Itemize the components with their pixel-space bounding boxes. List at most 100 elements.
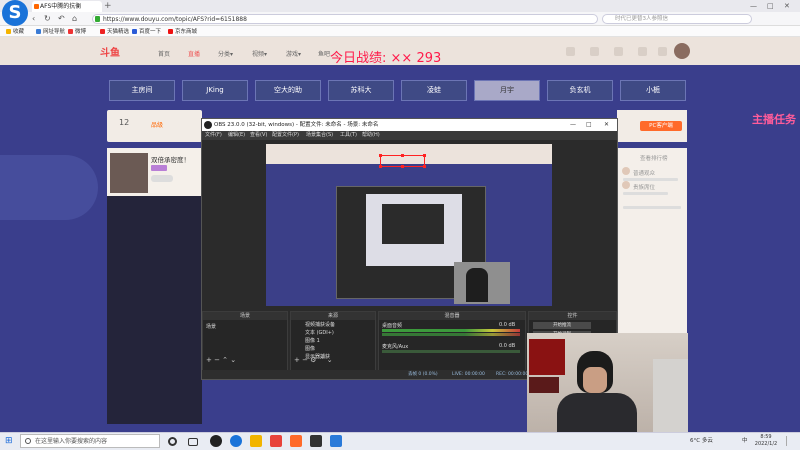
browser-tab[interactable]: AFS中腾的抗衡 <box>32 1 102 12</box>
decorative-bubble <box>0 155 98 220</box>
nav-live[interactable]: 直播 <box>188 49 200 58</box>
obs-menu-item[interactable]: 文件(F) <box>205 131 222 140</box>
obs-menu-item[interactable]: 编辑(E) <box>228 131 245 140</box>
weather-widget[interactable]: 6°C 多云 <box>690 436 713 444</box>
bookmark-item[interactable]: 收藏 <box>6 27 24 37</box>
nav-home[interactable]: 首页 <box>158 49 170 58</box>
system-clock[interactable]: 8:59 2022/1/2 <box>752 434 780 448</box>
tmall-icon <box>100 29 105 34</box>
mixer-channel-name: 麦克风/Aux <box>382 344 409 350</box>
preview-selection-box[interactable] <box>379 154 426 168</box>
obs-maximize-button[interactable]: □ <box>586 119 592 131</box>
url-bar[interactable]: https://www.douyu.com/topic/AFS?rid=6151… <box>92 14 598 24</box>
bookmark-item[interactable]: 天猫精选 <box>100 27 129 37</box>
info-panel: 12 品级 <box>107 110 202 142</box>
obs-menu-item[interactable]: 查看(V) <box>250 131 267 140</box>
weibo-icon <box>68 29 73 34</box>
source-item[interactable]: 视频捕获设备 <box>305 321 335 328</box>
sources-title: 来源 <box>291 312 375 320</box>
mission-badge[interactable]: 主播任务 <box>752 114 798 158</box>
refresh-icon[interactable]: ↻ <box>44 13 51 25</box>
obs-preview[interactable] <box>266 144 552 306</box>
nav-category[interactable]: 分类▾ <box>218 49 233 58</box>
app-taskbar-icon[interactable] <box>310 435 322 447</box>
undo-icon[interactable]: ↶ <box>58 13 65 25</box>
obs-menu-item[interactable]: 场景集合(S) <box>306 131 333 140</box>
home-icon[interactable]: ⌂ <box>72 13 77 25</box>
new-tab-button[interactable]: + <box>104 0 112 12</box>
download-icon[interactable] <box>614 47 623 56</box>
source-item[interactable]: 图像 1 <box>305 337 320 344</box>
app-taskbar-icon[interactable] <box>270 435 282 447</box>
back-icon[interactable]: ‹ <box>32 13 35 25</box>
channel-button[interactable]: JKing <box>182 80 248 101</box>
cortana-icon[interactable] <box>168 437 177 446</box>
bookmark-item[interactable]: 京东商城 <box>168 27 197 37</box>
mixer-title: 混音器 <box>379 312 525 320</box>
streamer-photo <box>110 153 148 193</box>
obs-close-button[interactable]: ✕ <box>604 119 609 131</box>
bookmark-item[interactable]: 微博 <box>68 27 86 37</box>
scene-item[interactable]: 场景 <box>206 323 216 330</box>
start-streaming-button[interactable]: 开始推流 <box>533 322 591 329</box>
chat-panel <box>617 148 687 363</box>
taskbar-search-input[interactable]: 在这里输入你要搜索的内容 <box>20 434 160 448</box>
channel-button[interactable]: 主房间 <box>109 80 175 101</box>
minimize-button[interactable]: — <box>750 0 757 12</box>
task-view-icon[interactable] <box>188 438 198 446</box>
room-title: 双倍承密度！ <box>151 156 190 164</box>
chat-subheading: 贵族席位 <box>633 185 656 191</box>
sources-dock: 来源 视频捕获设备 文本 (GDI+) 图像 1 图像 显示器捕获 + − ⚙ … <box>290 311 376 377</box>
globe-icon <box>36 29 41 34</box>
browser-taskbar-icon[interactable] <box>230 435 242 447</box>
channel-button[interactable]: 苏科大 <box>328 80 394 101</box>
status-dropped: 丢帧 0 (0.0%) <box>408 372 438 377</box>
chat-line <box>623 206 681 209</box>
browser-logo-icon[interactable]: S <box>2 0 28 26</box>
bag-icon[interactable] <box>658 47 667 56</box>
douyu-logo[interactable]: 斗鱼 <box>100 44 120 59</box>
chat-heading[interactable]: 查看排行榜 <box>640 154 668 162</box>
nav-video[interactable]: 视频▾ <box>252 49 267 58</box>
bookmark-item[interactable]: 百度一下 <box>132 27 161 37</box>
history-icon[interactable] <box>566 47 575 56</box>
explorer-taskbar-icon[interactable] <box>250 435 262 447</box>
obs-menu-item[interactable]: 工具(T) <box>340 131 357 140</box>
pc-client-button[interactable]: PC客户端 <box>640 121 682 131</box>
browser-search-input[interactable]: 时代已更替3人参照信 <box>602 14 752 24</box>
close-button[interactable]: ✕ <box>784 0 790 12</box>
room-tag <box>151 165 167 171</box>
obs-menu-item[interactable]: 配置文件(P) <box>272 131 299 140</box>
nav-fishbar[interactable]: 鱼吧 <box>318 49 330 58</box>
channel-button[interactable]: 负玄机 <box>547 80 613 101</box>
source-item[interactable]: 图像 <box>305 345 315 352</box>
maximize-button[interactable]: □ <box>767 0 774 12</box>
add-source-icon[interactable]: + − ⚙ ⌃ ⌄ <box>294 356 333 364</box>
channel-button[interactable]: 空大的助 <box>255 80 321 101</box>
follow-pill[interactable] <box>151 175 173 182</box>
source-item[interactable]: 文本 (GDI+) <box>305 329 334 336</box>
gift-icon[interactable] <box>622 181 630 189</box>
panel-number: 12 <box>119 118 130 127</box>
obs-taskbar-icon[interactable] <box>210 435 222 447</box>
channel-button[interactable]: 小栀 <box>620 80 686 101</box>
channel-button-selected[interactable]: 月宇 <box>474 80 540 101</box>
app-taskbar-icon[interactable] <box>330 435 342 447</box>
bookmark-item[interactable]: 网址导航 <box>36 27 65 37</box>
ime-indicator[interactable]: 中 <box>742 436 748 444</box>
room-card[interactable]: 双倍承密度！ <box>107 148 202 196</box>
message-icon[interactable] <box>638 47 647 56</box>
scenes-title: 场景 <box>203 312 287 320</box>
user-avatar[interactable] <box>674 43 690 59</box>
windows-start-icon[interactable]: ⊞ <box>5 436 13 446</box>
show-desktop-button[interactable] <box>786 436 794 446</box>
douyu-taskbar-icon[interactable] <box>290 435 302 447</box>
follow-icon[interactable] <box>590 47 599 56</box>
obs-menu-item[interactable]: 帮助(H) <box>362 131 380 140</box>
gift-icon[interactable] <box>622 167 630 175</box>
player-area <box>107 196 202 424</box>
add-scene-icon[interactable]: + − ⌃ ⌄ <box>206 356 236 364</box>
obs-minimize-button[interactable]: — <box>570 119 576 131</box>
nav-game[interactable]: 游戏▾ <box>286 49 301 58</box>
channel-button[interactable]: 凌蛙 <box>401 80 467 101</box>
